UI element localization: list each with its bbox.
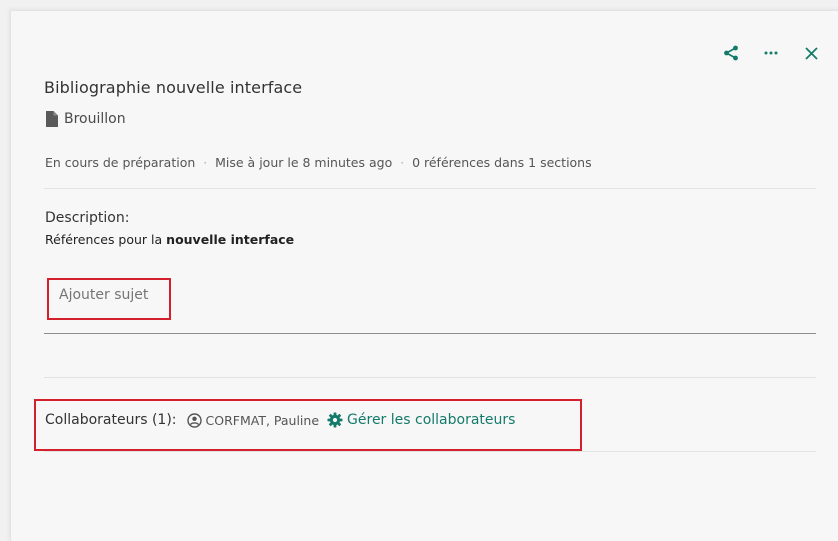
more-button[interactable] bbox=[762, 44, 780, 62]
share-icon bbox=[724, 45, 738, 61]
meta-updated: Mise à jour le 8 minutes ago bbox=[215, 155, 393, 170]
record-meta: En cours de préparation · Mise à jour le… bbox=[45, 155, 592, 170]
gear-icon bbox=[327, 412, 343, 428]
subject-input[interactable] bbox=[59, 287, 259, 303]
meta-state: En cours de préparation bbox=[45, 155, 196, 170]
subject-input-underline bbox=[44, 333, 816, 334]
description-text: Références pour la nouvelle interface bbox=[45, 232, 294, 247]
manage-collaborators-link[interactable]: Gérer les collaborateurs bbox=[327, 412, 515, 428]
description-text-bold: nouvelle interface bbox=[166, 232, 295, 247]
more-icon bbox=[764, 51, 778, 55]
divider bbox=[44, 451, 816, 452]
collaborator-chip[interactable]: CORFMAT, Pauline bbox=[186, 412, 320, 428]
meta-references: 0 références dans 1 sections bbox=[412, 155, 592, 170]
description-label: Description: bbox=[45, 210, 130, 226]
share-button[interactable] bbox=[722, 44, 740, 62]
user-circle-icon bbox=[186, 412, 202, 428]
collaborators-label: Collaborateurs (1): bbox=[45, 412, 177, 428]
meta-separator: · bbox=[400, 155, 405, 170]
document-icon bbox=[46, 111, 58, 127]
meta-separator: · bbox=[203, 155, 208, 170]
collaborator-name: CORFMAT, Pauline bbox=[205, 412, 320, 428]
divider bbox=[44, 188, 816, 189]
record-title: Bibliographie nouvelle interface bbox=[44, 78, 303, 97]
close-button[interactable] bbox=[802, 44, 820, 62]
collaborators-row: Collaborateurs (1): CORFMAT, Pauline Gér… bbox=[45, 412, 515, 428]
manage-collaborators-label: Gérer les collaborateurs bbox=[347, 412, 516, 428]
status-label: Brouillon bbox=[64, 111, 126, 127]
description-text-prefix: Références pour la bbox=[45, 232, 163, 247]
close-icon bbox=[804, 46, 818, 60]
panel-actions bbox=[722, 44, 820, 62]
divider bbox=[44, 377, 816, 378]
status-badge: Brouillon bbox=[45, 111, 126, 127]
